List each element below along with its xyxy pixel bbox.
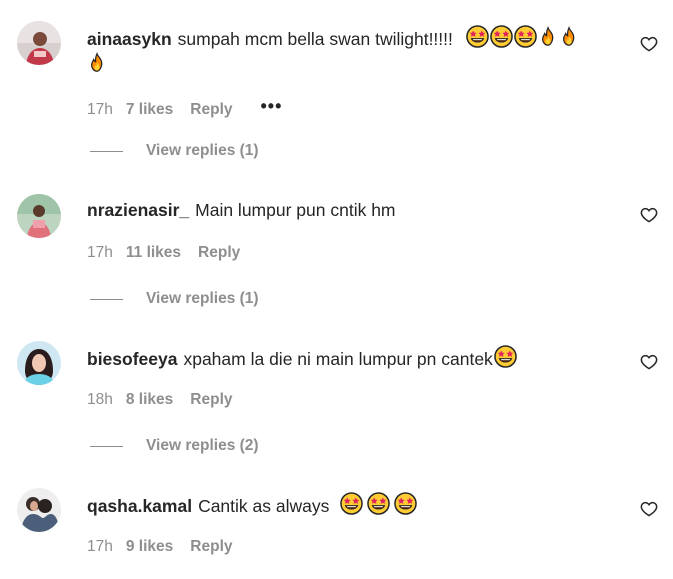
replies-divider-line xyxy=(90,150,123,152)
view-replies-button[interactable]: View replies (2) xyxy=(90,437,259,455)
comment-body: xpaham la die ni main lumpur pn cantek xyxy=(183,349,493,369)
comment-text: ainaasykn sumpah mcm bella swan twilight!… xyxy=(87,25,617,77)
star-struck-emoji-icon xyxy=(514,25,537,48)
likes-count[interactable]: 7 likes xyxy=(126,101,173,119)
comment-body: Cantik as always xyxy=(198,496,330,516)
comment-item: biesofeeya xpaham la die ni main lumpur p… xyxy=(0,341,673,481)
view-replies-label: View replies (2) xyxy=(146,437,259,454)
view-replies-button[interactable]: View replies (1) xyxy=(90,290,259,308)
more-options-icon[interactable]: ••• xyxy=(261,97,283,115)
likes-count[interactable]: 9 likes xyxy=(126,538,173,556)
avatar[interactable] xyxy=(17,21,61,65)
star-struck-emoji-icon xyxy=(490,25,513,48)
comment-meta: 17h 11 likes Reply xyxy=(87,244,240,262)
comment-username[interactable]: ainaasykn xyxy=(87,29,172,49)
fire-emoji-icon xyxy=(538,25,558,48)
comment-meta: 17h 9 likes Reply xyxy=(87,538,233,556)
comment-time: 17h xyxy=(87,101,113,118)
heart-icon[interactable] xyxy=(640,35,658,53)
comment-time: 17h xyxy=(87,244,113,261)
comment-body: sumpah mcm bella swan twilight!!!!! xyxy=(177,29,453,49)
likes-count[interactable]: 8 likes xyxy=(126,391,173,409)
fire-emoji-icon xyxy=(559,25,579,48)
comment-item: ainaasykn sumpah mcm bella swan twilight!… xyxy=(0,21,673,161)
star-struck-emoji-icon xyxy=(394,492,417,515)
comment-text: nrazienasir_ Main lumpur pun cntik hm xyxy=(87,198,617,222)
star-struck-emoji-icon xyxy=(367,492,390,515)
reply-button[interactable]: Reply xyxy=(198,244,240,262)
comment-text: biesofeeya xpaham la die ni main lumpur p… xyxy=(87,345,617,371)
reply-button[interactable]: Reply xyxy=(190,101,232,119)
view-replies-label: View replies (1) xyxy=(146,290,259,307)
comment-time: 18h xyxy=(87,391,113,408)
view-replies-label: View replies (1) xyxy=(146,142,259,159)
replies-divider-line xyxy=(90,298,123,300)
avatar[interactable] xyxy=(17,194,61,238)
comment-text: qasha.kamal Cantik as always xyxy=(87,492,617,518)
comment-meta: 17h 7 likes Reply ••• xyxy=(87,97,283,119)
star-struck-emoji-icon xyxy=(466,25,489,48)
comment-username[interactable]: biesofeeya xyxy=(87,349,177,369)
replies-divider-line xyxy=(90,445,123,447)
star-struck-emoji-icon xyxy=(494,345,517,368)
avatar[interactable] xyxy=(17,488,61,532)
star-struck-emoji-icon xyxy=(340,492,363,515)
reply-button[interactable]: Reply xyxy=(190,391,232,409)
heart-icon[interactable] xyxy=(640,353,658,371)
heart-icon[interactable] xyxy=(640,500,658,518)
comment-username[interactable]: nrazienasir_ xyxy=(87,200,189,220)
comment-item: qasha.kamal Cantik as always 17h 9 likes … xyxy=(0,488,673,579)
comment-item: nrazienasir_ Main lumpur pun cntik hm 17h… xyxy=(0,194,673,334)
comment-meta: 18h 8 likes Reply xyxy=(87,391,233,409)
view-replies-button[interactable]: View replies (1) xyxy=(90,142,259,160)
likes-count[interactable]: 11 likes xyxy=(126,244,181,262)
reply-button[interactable]: Reply xyxy=(190,538,232,556)
comment-time: 17h xyxy=(87,538,113,555)
comment-username[interactable]: qasha.kamal xyxy=(87,496,192,516)
heart-icon[interactable] xyxy=(640,206,658,224)
fire-emoji-icon xyxy=(87,51,107,74)
comment-body: Main lumpur pun cntik hm xyxy=(195,200,396,220)
avatar[interactable] xyxy=(17,341,61,385)
